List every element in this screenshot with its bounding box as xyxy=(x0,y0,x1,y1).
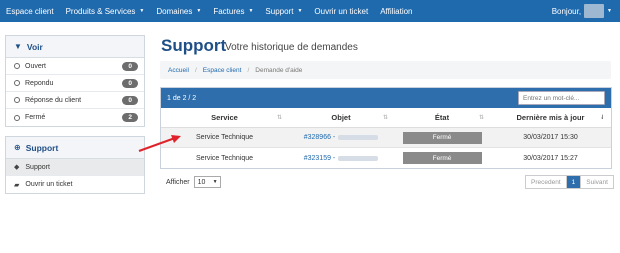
caret-down-icon: ▼ xyxy=(139,8,145,14)
sidebar-item-support[interactable]: ◆ Support xyxy=(6,159,144,176)
filter-label: Ouvert xyxy=(25,62,47,70)
redacted-subject xyxy=(338,155,379,161)
prev-page-button[interactable]: Precedent xyxy=(526,176,567,188)
sort-icon: ⇅ xyxy=(478,115,484,121)
filter-icon: ▼ xyxy=(14,42,22,51)
ticket-link[interactable]: #328966 - xyxy=(304,134,336,141)
tickets-table: 1 de 2 / 2 Service ⇅ Objet ⇅ État ⇅ Dernièr… xyxy=(160,87,612,169)
breadcrumb-home[interactable]: Accueil xyxy=(168,67,189,74)
table-row[interactable]: Service Technique #323159 - Fermé 30/03/… xyxy=(161,148,611,168)
user-name-redacted xyxy=(584,4,605,18)
annotation-arrow-icon xyxy=(138,135,181,152)
cell-etat: Fermé xyxy=(394,128,490,147)
page-size-control: Afficher 10 ▼ xyxy=(166,176,221,188)
count-badge: 0 xyxy=(122,95,138,105)
search-input[interactable] xyxy=(518,91,605,105)
ticket-icon: ◆ xyxy=(14,164,20,171)
count-badge: 0 xyxy=(122,61,138,71)
ticket-link[interactable]: #323159 - xyxy=(304,155,336,162)
sidebar-item-ouvrir-ticket[interactable]: ▰ Ouvrir un ticket xyxy=(6,176,144,193)
caret-down-icon: ▼ xyxy=(248,8,254,14)
status-badge: Fermé xyxy=(402,152,482,164)
view-panel-header: ▼ Voir xyxy=(6,36,144,58)
nav-affiliation[interactable]: Affiliation xyxy=(374,0,418,22)
redacted-subject xyxy=(338,135,379,140)
col-etat[interactable]: État ⇅ xyxy=(394,108,490,127)
caret-down-icon: ▼ xyxy=(196,8,202,14)
globe-icon: ⊕ xyxy=(14,143,21,152)
breadcrumb-client[interactable]: Espace client xyxy=(203,67,242,74)
radio-icon[interactable] xyxy=(14,97,20,103)
caret-down-icon: ▼ xyxy=(297,8,303,14)
page-subtitle: Votre historique de demandes xyxy=(225,42,358,53)
table-info: 1 de 2 / 2 xyxy=(167,94,197,102)
filter-label: Fermé xyxy=(25,114,46,121)
cell-updated: 30/03/2017 15:27 xyxy=(523,154,578,162)
sort-icon: ⇅ xyxy=(276,115,282,121)
sidebar-item-label: Ouvrir un ticket xyxy=(25,181,73,188)
filter-label: Réponse du client xyxy=(25,96,82,104)
status-badge: Fermé xyxy=(402,131,482,144)
greeting-text: Bonjour, xyxy=(551,6,582,16)
table-toolbar: 1 de 2 / 2 xyxy=(161,88,611,108)
col-objet[interactable]: Objet ⇅ xyxy=(288,108,394,127)
nav-support[interactable]: Support ▼ xyxy=(259,0,308,22)
view-panel-title: Voir xyxy=(26,41,43,52)
cell-objet: #323159 - xyxy=(288,148,394,168)
filter-ferme[interactable]: Fermé 2 xyxy=(6,109,144,126)
cell-updated: 30/03/2017 15:30 xyxy=(523,134,578,141)
radio-icon[interactable] xyxy=(14,80,20,86)
table-row[interactable]: Service Technique #328966 - Fermé 30/03/… xyxy=(161,128,611,148)
col-label: État xyxy=(434,113,450,122)
breadcrumb-separator: / xyxy=(247,66,250,74)
breadcrumb-current: Demande d'aide xyxy=(255,66,303,74)
support-panel-header: ⊕ Support xyxy=(6,137,144,159)
sidebar-item-label: Support xyxy=(25,163,50,171)
view-filter-panel: ▼ Voir Ouvert 0 Repondu 0 Réponse du cli… xyxy=(5,35,145,127)
sort-desc-icon: ⇃ xyxy=(599,115,605,121)
radio-icon[interactable] xyxy=(14,63,20,69)
col-updated[interactable]: Dernière mis à jour ⇃ xyxy=(490,108,611,127)
user-menu[interactable]: Bonjour, ▼ xyxy=(552,0,620,22)
nav-factures[interactable]: Factures ▼ xyxy=(207,0,259,22)
page-title: Support xyxy=(161,36,227,55)
col-label: Dernière mis à jour xyxy=(516,113,585,122)
comments-icon: ▰ xyxy=(14,181,20,189)
filter-reponse-client[interactable]: Réponse du client 0 xyxy=(6,92,144,109)
nav-espace-client[interactable]: Espace client xyxy=(0,0,60,22)
page-1-button[interactable]: 1 xyxy=(566,176,582,188)
breadcrumb-separator: / xyxy=(194,66,197,74)
cell-objet: #328966 - xyxy=(288,128,394,147)
chevron-down-icon: ▼ xyxy=(212,179,218,185)
col-label: Objet xyxy=(331,113,351,122)
caret-down-icon: ▼ xyxy=(607,8,612,14)
nav-ouvrir-ticket[interactable]: Ouvrir un ticket xyxy=(308,0,374,22)
support-panel: ⊕ Support ◆ Support ▰ Ouvrir un ticket xyxy=(5,136,145,194)
count-badge: 2 xyxy=(122,113,138,122)
filter-repondu[interactable]: Repondu 0 xyxy=(6,75,144,92)
show-label: Afficher xyxy=(166,178,190,186)
count-badge: 0 xyxy=(122,78,138,88)
table-header: Service ⇅ Objet ⇅ État ⇅ Dernière mis à jou… xyxy=(161,108,611,128)
page-size-value: 10 xyxy=(197,178,206,186)
filter-ouvert[interactable]: Ouvert 0 xyxy=(6,58,144,75)
breadcrumb: Accueil / Espace client / Demande d'aide xyxy=(160,61,611,79)
nav-produits-services[interactable]: Produits & Services ▼ xyxy=(60,0,151,22)
col-label: Service xyxy=(211,113,238,122)
filter-label: Repondu xyxy=(25,79,54,87)
next-page-button[interactable]: Suivant xyxy=(581,176,613,188)
pagination: Precedent 1 Suivant xyxy=(525,175,614,189)
col-service[interactable]: Service ⇅ xyxy=(161,108,288,127)
cell-etat: Fermé xyxy=(394,148,490,168)
sort-icon: ⇅ xyxy=(382,115,388,121)
page-size-select[interactable]: 10 ▼ xyxy=(193,176,221,188)
nav-domaines[interactable]: Domaines ▼ xyxy=(150,0,207,22)
radio-icon[interactable] xyxy=(14,114,20,121)
support-panel-title: Support xyxy=(25,142,59,153)
top-navbar: Espace client Produits & Services ▼ Domai… xyxy=(0,0,620,22)
